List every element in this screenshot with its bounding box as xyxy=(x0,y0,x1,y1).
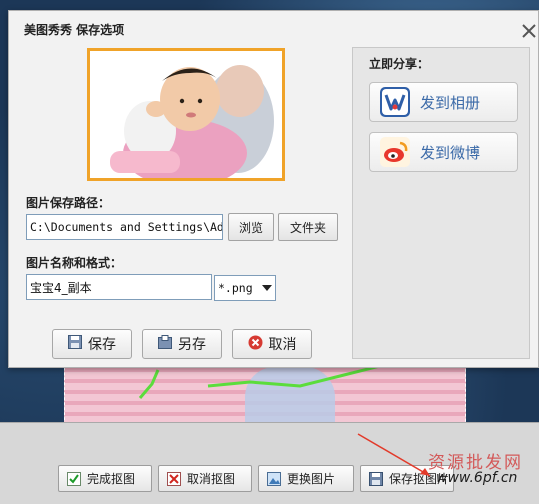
save-button-label: 保存 xyxy=(88,337,116,353)
save-button[interactable]: 保存 xyxy=(52,329,132,359)
cancel-x-icon xyxy=(167,471,181,486)
share-title: 立即分享： xyxy=(369,57,430,71)
cancel-cutout-button[interactable]: 取消抠图 xyxy=(158,465,252,492)
album-icon xyxy=(380,87,410,117)
weibo-icon xyxy=(380,137,410,167)
cancel-button-label: 取消 xyxy=(268,337,297,353)
save-disk-icon xyxy=(68,335,82,353)
save-path-label: 图片保存路径： xyxy=(26,196,111,210)
watermark-url: www.6pf.cn xyxy=(436,470,518,486)
save-path-input[interactable]: C:\Documents and Settings\Ad xyxy=(26,214,223,240)
close-icon[interactable] xyxy=(520,22,538,40)
image-preview xyxy=(87,48,285,181)
share-to-album-label: 发到相册 xyxy=(420,93,481,112)
browse-button[interactable]: 浏览 xyxy=(228,213,274,241)
cancel-circle-icon xyxy=(248,335,263,354)
cancel-cutout-label: 取消抠图 xyxy=(187,472,236,486)
file-name-input[interactable]: 宝宝4_副本 xyxy=(26,274,212,300)
finish-cutout-label: 完成抠图 xyxy=(87,472,136,486)
finish-cutout-button[interactable]: 完成抠图 xyxy=(58,465,152,492)
cancel-button[interactable]: 取消 xyxy=(232,329,312,359)
save-as-icon xyxy=(158,335,172,353)
check-icon xyxy=(67,471,81,486)
share-to-weibo-label: 发到微博 xyxy=(420,143,481,162)
share-to-album-button[interactable]: 发到相册 xyxy=(369,82,518,122)
chevron-down-icon xyxy=(262,281,272,295)
share-panel: 立即分享： 发到相册 发到微博 xyxy=(352,47,530,359)
share-to-weibo-button[interactable]: 发到微博 xyxy=(369,132,518,172)
image-icon xyxy=(267,471,281,486)
baby-photo-thumbnail xyxy=(90,51,282,178)
save-as-button-label: 另存 xyxy=(178,337,206,353)
replace-image-label: 更换图片 xyxy=(287,472,336,486)
folder-button[interactable]: 文件夹 xyxy=(278,213,338,241)
red-arrow-annotation xyxy=(357,433,431,477)
format-select[interactable]: *.png xyxy=(214,275,276,301)
format-select-value: *.png xyxy=(218,281,253,295)
name-format-label: 图片名称和格式： xyxy=(26,256,123,270)
replace-image-button[interactable]: 更换图片 xyxy=(258,465,354,492)
dialog-title: 美图秀秀 保存选项 xyxy=(24,23,125,37)
save-as-button[interactable]: 另存 xyxy=(142,329,222,359)
save-options-dialog: 美图秀秀 保存选项 图片保存路径： C:\Documents and Setti… xyxy=(8,10,539,368)
